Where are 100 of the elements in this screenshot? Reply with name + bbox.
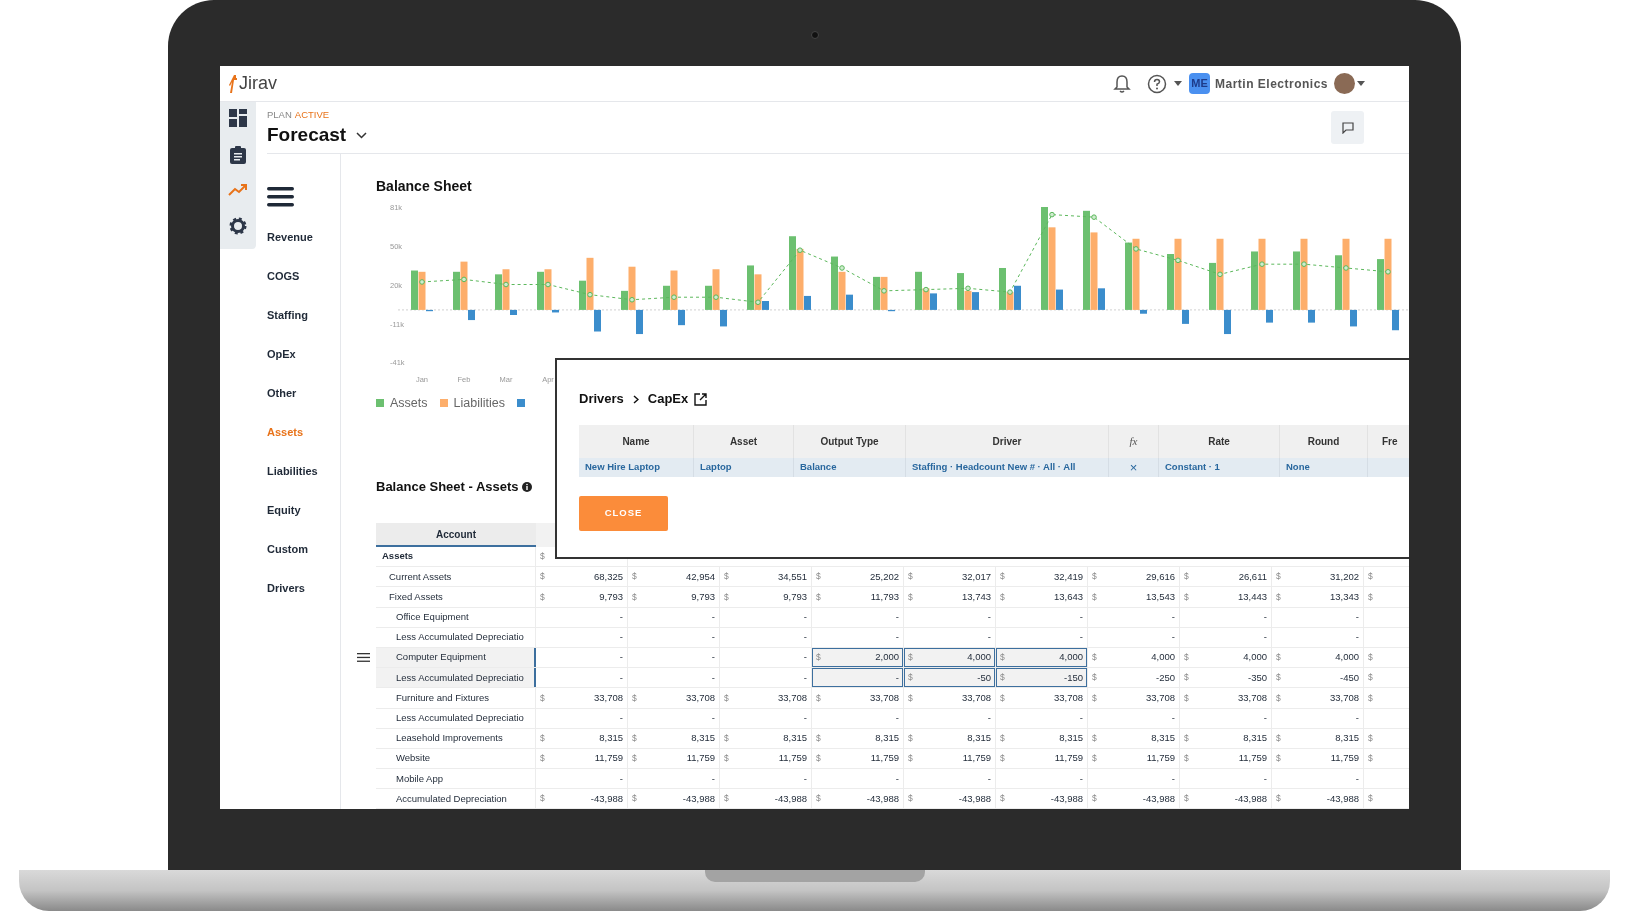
- currency-sign: $: [1184, 731, 1189, 745]
- legend-label: Assets: [390, 394, 428, 412]
- table-cell: Fixed Assets: [376, 587, 536, 607]
- cell-value: -43,988: [1142, 791, 1175, 806]
- table-cell: Less Accumulated Depreciatio: [376, 668, 536, 688]
- cell-value: -43,988: [774, 791, 807, 806]
- cell-value: 13,543: [1145, 589, 1175, 604]
- cell-value: 33,708: [1145, 690, 1175, 705]
- currency-sign: $: [816, 792, 821, 806]
- cell-value: -43,988: [590, 791, 623, 806]
- cell-value: -: [1355, 710, 1359, 725]
- cell-value: -: [803, 710, 807, 725]
- cell-value: -450: [1340, 670, 1359, 685]
- logo-text: Jirav: [239, 72, 277, 95]
- account-avatar: ME: [1188, 73, 1210, 94]
- currency-sign: $: [1092, 651, 1097, 664]
- cell-value: 11,759: [1054, 751, 1083, 766]
- currency-sign: $: [1000, 752, 1005, 765]
- cell-value: -: [619, 650, 623, 665]
- currency-sign: $: [908, 792, 913, 806]
- cell-value: 11,759: [870, 751, 899, 766]
- table-cell: New Hire Laptop: [579, 458, 694, 477]
- plan-status: ACTIVE: [294, 109, 330, 121]
- cell-value: 11,759: [686, 751, 715, 766]
- currency-sign: $: [816, 570, 821, 584]
- cell-value: 32,419: [1053, 569, 1083, 584]
- cell-value: 33,708: [869, 690, 899, 705]
- legend-label: Liabilities: [453, 394, 505, 412]
- currency-sign: $: [1368, 570, 1373, 584]
- cell-value: 8,315: [875, 731, 899, 746]
- cell-value: -: [1355, 771, 1359, 786]
- cell-value: -: [1355, 630, 1359, 645]
- currency-sign: $: [1276, 752, 1281, 765]
- cell-value: 13,443: [1237, 589, 1267, 604]
- cell-value: 13,343: [1329, 589, 1359, 604]
- cell-value: -: [1263, 630, 1267, 645]
- currency-sign: $: [1184, 792, 1189, 806]
- cell-value: -: [619, 670, 623, 685]
- currency-sign: $: [1368, 691, 1373, 705]
- currency-sign: $: [632, 691, 637, 705]
- cell-value: 33,708: [1053, 690, 1083, 705]
- cell-value: -: [711, 710, 715, 725]
- cell-value: 8,315: [599, 731, 623, 746]
- table-cell: Less Accumulated Depreciatio: [376, 708, 536, 728]
- table-cell: Assets: [376, 547, 536, 567]
- table-cell: Accumulated Depreciation: [376, 789, 536, 809]
- cell-value: -: [803, 650, 807, 665]
- currency-sign: $: [1184, 671, 1189, 685]
- currency-sign: $: [1184, 570, 1189, 584]
- cell-value: 31,202: [1329, 569, 1359, 584]
- cell-value: -350: [1248, 670, 1267, 685]
- currency-sign: $: [908, 590, 913, 604]
- cell-value: 11,759: [1146, 751, 1175, 766]
- cell-value: -: [1263, 710, 1267, 725]
- currency-sign: $: [632, 570, 637, 584]
- currency-sign: $: [1000, 731, 1005, 745]
- currency-sign: $: [724, 590, 729, 604]
- cell-value: 8,315: [1059, 731, 1083, 746]
- table-cell: ×: [1109, 458, 1159, 477]
- plan-label: PLAN: [267, 109, 292, 121]
- cell-value: 25,202: [869, 569, 899, 584]
- table-cell: Website: [376, 748, 536, 769]
- currency-sign: $: [1000, 691, 1005, 705]
- table-title: Balance Sheet - Assets: [376, 478, 519, 495]
- cell-value: -: [619, 610, 623, 625]
- currency-sign: $: [540, 691, 545, 705]
- cell-value: -: [619, 710, 623, 725]
- cell-value: -: [1171, 630, 1175, 645]
- cell-value: -: [895, 610, 899, 625]
- cell-value: -: [1079, 610, 1083, 625]
- currency-sign: $: [908, 671, 913, 685]
- cell-value: -: [1079, 630, 1083, 645]
- cell-value: -43,988: [1050, 791, 1083, 806]
- currency-sign: $: [1092, 691, 1097, 705]
- currency-sign: $: [1184, 590, 1189, 604]
- cell-value: 11,793: [870, 589, 899, 604]
- cell-value: -: [1355, 610, 1359, 625]
- currency-sign: $: [816, 752, 821, 765]
- cell-value: 4,000: [1059, 650, 1083, 665]
- currency-sign: $: [1276, 792, 1281, 806]
- cell-value: -150: [1064, 670, 1083, 685]
- table-cell: Less Accumulated Depreciatio: [376, 627, 536, 647]
- cell-value: -43,988: [866, 791, 899, 806]
- cell-value: 33,708: [685, 690, 715, 705]
- table-cell: Office Equipment: [376, 607, 536, 627]
- currency-sign: $: [816, 651, 821, 664]
- cell-value: -: [1171, 610, 1175, 625]
- currency-sign: $: [1276, 570, 1281, 584]
- currency-sign: $: [1000, 570, 1005, 584]
- currency-sign: $: [1184, 691, 1189, 705]
- cell-value: 11,759: [1238, 751, 1267, 766]
- table-cell: Laptop: [694, 458, 794, 477]
- cell-value: 42,954: [685, 569, 715, 584]
- cell-value: -: [619, 771, 623, 786]
- cell-value: -43,988: [1234, 791, 1267, 806]
- cell-value: 33,708: [777, 690, 807, 705]
- cell-value: 8,315: [1243, 731, 1267, 746]
- currency-sign: $: [1368, 671, 1373, 685]
- table-cell: Furniture and Fixtures: [376, 688, 536, 708]
- cell-value: -: [1171, 771, 1175, 786]
